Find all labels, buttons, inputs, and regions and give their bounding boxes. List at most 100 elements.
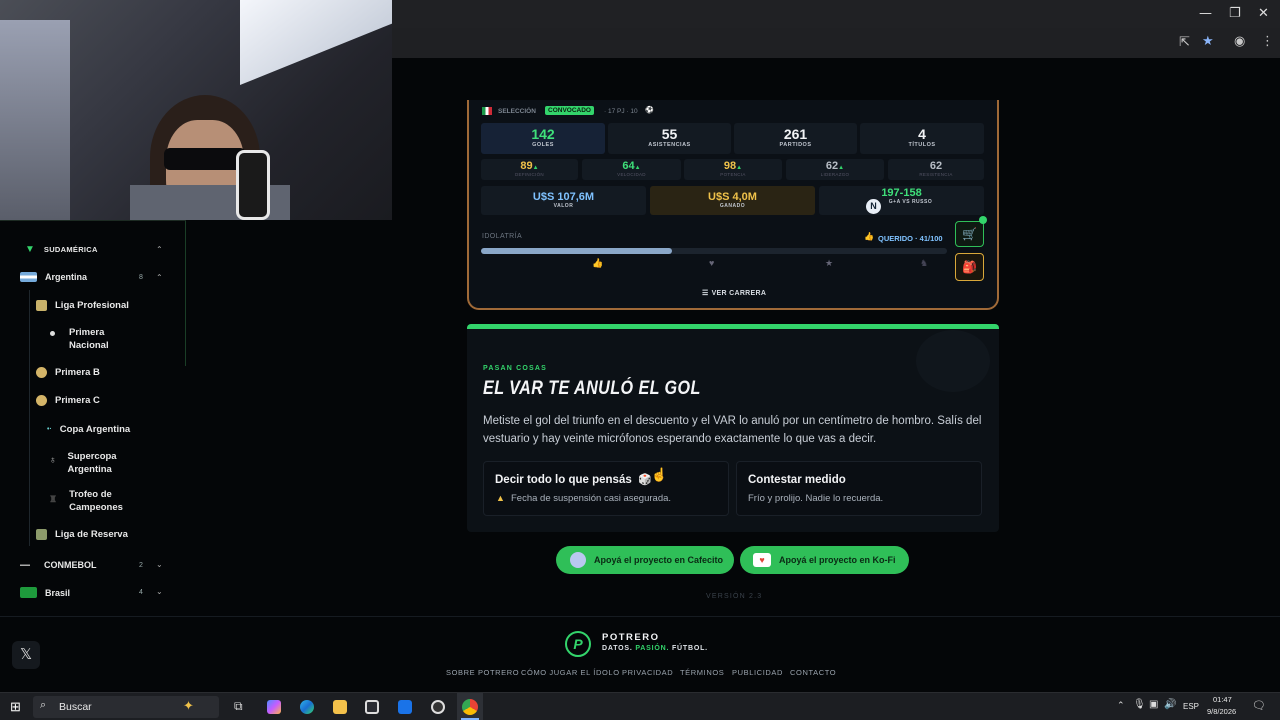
notification-dot <box>979 216 987 224</box>
copilot-app-icon[interactable] <box>267 700 281 714</box>
edge-icon[interactable] <box>300 700 314 714</box>
valor-box: U$S 107,6M VALOR <box>481 186 646 215</box>
chrome-taskbar-active[interactable] <box>457 693 483 720</box>
choice-decir-todo-button[interactable]: Decir todo lo que pensás 🎲 ▲ Fecha de su… <box>483 461 729 516</box>
italy-flag-icon <box>482 107 492 115</box>
footer-tagline: DATOS. PASIÓN. FÚTBOL. <box>602 645 708 652</box>
supercopa-trophy-icon: ♁ <box>49 455 57 466</box>
choice-contestar-medido-button[interactable]: Contestar medido Frío y prolijo. Nadie l… <box>736 461 982 516</box>
hand-cursor-icon: ☝ <box>651 467 668 482</box>
event-kicker: PASAN COSAS <box>483 365 548 372</box>
tray-chevron-up-icon[interactable]: ⌃ <box>1117 700 1125 711</box>
footer-link-sobre-potrero[interactable]: SOBRE POTRERO <box>446 668 519 677</box>
sidebar-region-sudamerica[interactable]: ▼ SUDAMÉRICA <box>25 244 98 255</box>
footer-link-privacidad[interactable]: PRIVACIDAD <box>622 668 673 677</box>
language-indicator[interactable]: ESP <box>1183 702 1199 711</box>
trofeo-icon: ♜ <box>49 494 58 504</box>
sidebar-item-supercopa-argentina[interactable]: ♁ Supercopa Argentina <box>36 451 117 476</box>
close-window-icon[interactable]: ✕ <box>1258 6 1269 21</box>
x-social-button[interactable]: 𝕏 <box>12 641 40 669</box>
record-box: 197-158 G+A VS RUSSO N <box>819 186 984 215</box>
seleccion-meta: · 17 PJ · 10 <box>604 108 638 115</box>
convocado-badge: CONVOCADO <box>545 106 594 115</box>
search-icon: ⌕ <box>40 699 47 711</box>
warning-icon: ▲ <box>496 493 505 503</box>
cafecito-icon <box>570 552 586 568</box>
sidebar-country-argentina[interactable]: Argentina <box>20 272 87 282</box>
footer-link-contacto[interactable]: CONTACTO <box>790 668 836 677</box>
thumbs-up-milestone-icon: 👍 <box>592 258 604 268</box>
footer-brand: POTRERO <box>602 632 660 643</box>
network-icon[interactable]: ▣ <box>1149 699 1158 710</box>
webcam-overlay <box>0 0 392 220</box>
restore-icon[interactable]: ❐ <box>1229 6 1241 21</box>
sidebar-item-liga-de-reserva[interactable]: Liga de Reserva <box>36 529 128 542</box>
install-app-icon[interactable]: ⇱ <box>1179 35 1190 50</box>
kofi-cup-icon: ♥ <box>753 553 771 567</box>
sidebar-item-conmebol[interactable]: ▬▬ CONMEBOL <box>20 560 97 570</box>
ball-icon: ⚽ <box>645 107 654 114</box>
kofi-support-button[interactable]: ♥ Apoyá el proyecto en Ko-Fi <box>740 546 909 574</box>
soccer-ball-decoration-icon <box>916 330 990 392</box>
minimize-icon[interactable]: — <box>1199 6 1212 21</box>
sidebar-item-brasil[interactable]: Brasil <box>20 587 70 598</box>
map-pin-icon: ▼ <box>25 244 35 255</box>
sidebar-item-primera-nacional[interactable]: Primera Nacional <box>36 327 116 352</box>
goat-milestone-icon: ♞ <box>920 258 929 268</box>
potrero-logo-icon: P <box>565 631 591 657</box>
country-count-badge: 8 <box>139 274 143 281</box>
sidebar: ▼ SUDAMÉRICA ⌃ Argentina 8 ⌃ Liga Profes… <box>0 220 186 616</box>
sidebar-item-liga-profesional[interactable]: Liga Profesional <box>36 300 129 313</box>
microphone-icon[interactable]: 🎙 <box>1133 699 1146 710</box>
taskbar-search-box[interactable]: ⌕ Buscar ✦ <box>33 696 219 718</box>
notification-center-icon[interactable]: 🗨 <box>1252 699 1266 712</box>
footer-link-como-jugar[interactable]: CÓMO JUGAR EL ÍDOLO <box>521 668 620 677</box>
idolatria-progress-track <box>481 248 947 254</box>
stat-titulos: 4 TÍTULOS <box>860 123 984 154</box>
cafecito-support-button[interactable]: Apoyá el proyecto en Cafecito <box>556 546 734 574</box>
shop-cart-button[interactable]: 🛒 <box>955 221 984 247</box>
chevron-up-icon[interactable]: ⌃ <box>156 273 163 282</box>
footer-link-publicidad[interactable]: PUBLICIDAD <box>732 668 783 677</box>
thumbs-up-icon: 👍 <box>864 232 874 241</box>
menu-icon[interactable]: ⋮ <box>1261 34 1274 49</box>
chevron-down-icon[interactable]: ⌄ <box>156 587 163 596</box>
attr-resistencia: 62 RESISTENCIA <box>888 159 984 180</box>
file-explorer-icon[interactable] <box>333 700 347 714</box>
conmebol-count-badge: 2 <box>139 562 143 569</box>
profile-icon[interactable]: ◉ <box>1234 34 1245 49</box>
liga-de-reserva-icon <box>36 529 47 540</box>
inventory-bag-button[interactable]: 🎒 <box>955 253 984 281</box>
chrome-icon <box>462 699 478 715</box>
obs-icon[interactable] <box>431 700 445 714</box>
sidebar-item-primera-c[interactable]: Primera C <box>36 395 100 408</box>
attr-potencia: 98▲ POTENCIA <box>684 159 782 180</box>
sidebar-item-copa-argentina[interactable]: •· Copa Argentina <box>36 424 130 437</box>
stat-asistencias: 55 ASISTENCIAS <box>608 123 731 154</box>
bookmark-star-icon[interactable]: ★ <box>1202 34 1214 49</box>
mail-icon[interactable] <box>398 700 412 714</box>
argentina-flag-icon <box>20 272 37 282</box>
event-title: EL VAR TE ANULÓ EL GOL <box>483 378 701 399</box>
volume-icon[interactable]: 🔊 <box>1164 699 1176 710</box>
sidebar-item-primera-b[interactable]: Primera B <box>36 367 100 380</box>
attr-velocidad: 64▲ VELOCIDAD <box>582 159 681 180</box>
seleccion-label: SELECCIÓN <box>498 108 536 115</box>
store-icon[interactable] <box>365 700 379 714</box>
dice-icon: 🎲 <box>638 474 652 486</box>
primera-c-icon <box>36 395 47 406</box>
list-icon: ☰ <box>702 290 709 297</box>
ganado-box: U$S 4,0M GANADO <box>650 186 815 215</box>
clock-time[interactable]: 01:47 <box>1213 695 1232 704</box>
clock-date[interactable]: 9/8/2026 <box>1207 707 1236 716</box>
task-view-icon[interactable]: ⧉ <box>234 699 243 714</box>
sidebar-item-trofeo-de-campeones[interactable]: ♜ Trofeo de Campeones <box>36 489 123 514</box>
chevron-down-icon[interactable]: ⌄ <box>156 560 163 569</box>
chevron-up-icon[interactable]: ⌃ <box>156 245 163 254</box>
conmebol-logo-icon: ▬▬ <box>20 562 30 568</box>
copilot-sparkle-icon: ✦ <box>183 698 194 713</box>
idolatria-status: QUERIDO · 41/100 <box>878 234 943 243</box>
windows-start-icon[interactable]: ⊞ <box>10 699 21 715</box>
ver-carrera-button[interactable]: ☰ VER CARRERA <box>702 289 766 297</box>
footer-link-terminos[interactable]: TÉRMINOS <box>680 668 724 677</box>
